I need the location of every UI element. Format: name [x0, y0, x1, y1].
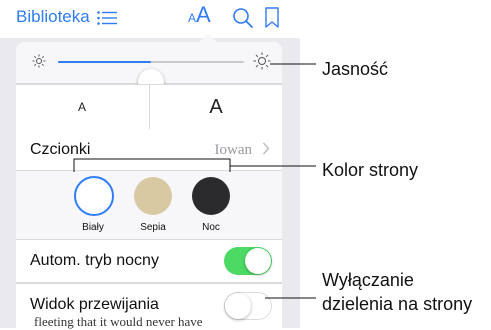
scroll-view-toggle-knob [225, 293, 251, 319]
auto-night-toggle-knob [245, 248, 271, 274]
font-value: Iowan [214, 142, 253, 158]
text-settings-button[interactable]: AA [188, 2, 211, 28]
theme-white-label: Biały [82, 222, 104, 233]
auto-night-row: Autom. tryb nocny [16, 240, 282, 283]
aa-small-label: A [188, 11, 197, 25]
scroll-view-toggle[interactable] [224, 292, 272, 320]
page-color-row: Biały Sepia Noc [16, 171, 282, 240]
auto-night-toggle[interactable] [224, 247, 272, 275]
library-button[interactable]: Biblioteka [16, 7, 90, 27]
page-color-callout: Kolor strony [322, 160, 419, 180]
scroll-callout-line-1: Wyłączanie [322, 270, 414, 290]
theme-sepia-swatch[interactable] [134, 177, 172, 215]
theme-sepia-label: Sepia [140, 222, 166, 233]
chevron-right-icon [262, 142, 270, 155]
bookmark-icon[interactable] [264, 7, 280, 29]
list-icon[interactable] [97, 11, 117, 25]
brightness-low-icon [32, 54, 46, 68]
brightness-slider[interactable] [58, 61, 244, 95]
brightness-callout: Jasność [322, 59, 389, 79]
increase-font-button[interactable]: A [150, 85, 282, 129]
brightness-high-icon [253, 52, 271, 70]
scroll-view-label: Widok przewijania [30, 296, 159, 313]
theme-night-swatch[interactable] [192, 177, 230, 215]
decrease-font-button[interactable]: A [16, 85, 148, 129]
scroll-callout-line-2: dzielenia na strony [322, 294, 473, 314]
font-label: Czcionki [30, 141, 91, 158]
brightness-slider-fill [58, 61, 151, 63]
font-row[interactable]: Czcionki Iowan [16, 129, 282, 171]
theme-night-label: Noc [202, 222, 220, 233]
search-icon[interactable] [232, 7, 254, 29]
theme-white-swatch[interactable] [74, 176, 114, 216]
font-size-row: A A [16, 84, 282, 130]
scroll-callout: Wyłączanie dzielenia na strony [322, 268, 472, 316]
auto-night-label: Autom. tryb nocny [30, 252, 159, 269]
aa-big-label: A [196, 2, 211, 27]
brightness-row [16, 42, 282, 95]
appearance-popover: A A Czcionki Iowan Biały Sepia Noc Autom… [16, 42, 282, 328]
